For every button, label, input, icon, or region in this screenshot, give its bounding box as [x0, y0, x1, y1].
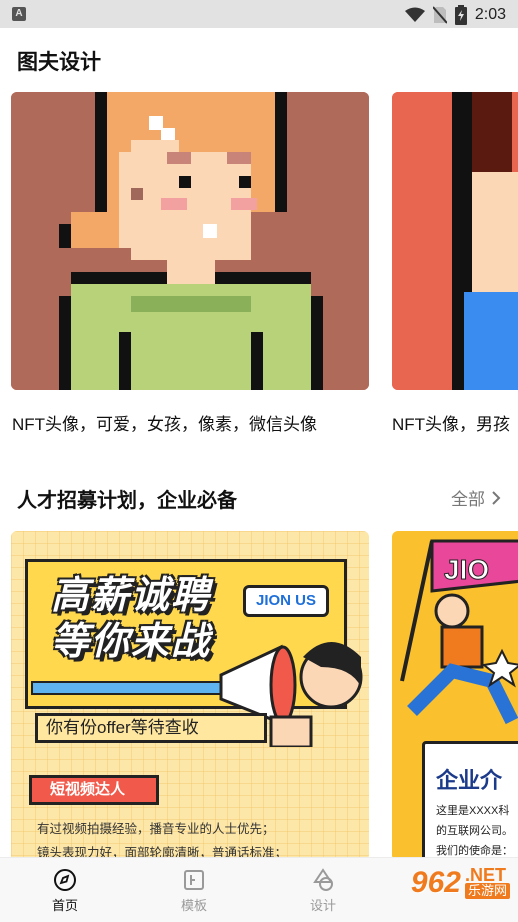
avatar-card-girl[interactable] — [11, 92, 369, 390]
status-time: 2:03 — [474, 6, 506, 23]
avatar-caption-girl[interactable]: NFT头像，可爱，女孩，像素，微信头像 — [12, 410, 317, 435]
poster-headline: 高薪诚聘 等你来战 — [51, 573, 211, 665]
view-all-label: 全部 — [451, 490, 485, 509]
recruit-poster-card[interactable]: 高薪诚聘 等你来战 JION US 你有份offer等待查收 短视频达人 有过视… — [11, 531, 369, 861]
battery-charging-icon — [454, 5, 467, 25]
watermark-net: .NET — [464, 865, 506, 885]
poster-join-bubble: JION US — [243, 585, 329, 617]
pixel-girl-avatar-image — [11, 92, 369, 390]
app-title: 图夫设计 — [17, 51, 101, 74]
poster-body-text: 有过视频拍摄经验，播音专业的人士优先； 镜头表现力好，面部轮廓清晰，普通话标准； — [37, 817, 347, 861]
compass-icon — [54, 869, 76, 891]
avatar-card-boy[interactable] — [392, 92, 518, 390]
pixel-boy-avatar-image — [392, 92, 518, 390]
poster-offer-bar: 你有份offer等待查收 — [35, 713, 267, 743]
chevron-right-icon — [492, 490, 501, 505]
design-shapes-icon — [313, 868, 333, 891]
poster-headline-line1: 高薪诚聘 — [51, 575, 212, 617]
wifi-icon — [404, 7, 425, 22]
poster-headline-line2: 等你来战 — [51, 621, 212, 663]
company-intro-text: 这里是XXXX科 的互联网公司。 我们的使命是： — [436, 801, 513, 861]
watermark-number: 962 — [410, 866, 461, 899]
template-carousel[interactable]: 高薪诚聘 等你来战 JION US 你有份offer等待查收 短视频达人 有过视… — [11, 531, 518, 861]
avatar-caption-boy[interactable]: NFT头像，男孩 — [392, 410, 518, 435]
nav-templates-label: 模板 — [180, 898, 207, 913]
poster-role-tag: 短视频达人 — [29, 775, 159, 805]
nav-home-label: 首页 — [51, 898, 78, 913]
site-watermark-logo: 962 .NET 乐游网 — [411, 866, 510, 900]
flag-text: JIO — [444, 554, 489, 585]
status-bar: A 2:03 — [0, 0, 518, 28]
template-icon — [184, 870, 204, 890]
poster-body-line1: 有过视频拍摄经验，播音专业的人士优先； — [37, 822, 275, 836]
company-intro-line2: 的互联网公司。 — [436, 825, 513, 837]
avatar-carousel[interactable] — [11, 92, 518, 390]
nav-design-label: 设计 — [309, 898, 336, 913]
company-intro-poster-card[interactable]: JIO 企业介 这里是XXXX科 的互联网公司。 我们的使命是： — [392, 531, 518, 861]
nav-tab-home[interactable]: 首页 — [25, 868, 105, 914]
notification-icon: A — [12, 7, 26, 21]
watermark-site: 乐游网 — [464, 883, 510, 899]
view-all-button[interactable]: 全部 — [451, 485, 501, 510]
no-sim-icon — [432, 6, 447, 24]
flag-person-illustration-icon: JIO — [400, 539, 518, 725]
section-title-recruit: 人才招募计划，企业必备 — [17, 490, 237, 512]
company-intro-line1: 这里是XXXX科 — [436, 805, 510, 817]
company-intro-title: 企业介 — [436, 768, 503, 793]
nav-tab-templates[interactable]: 模板 — [154, 868, 234, 914]
watermark-text-group: .NET 乐游网 — [464, 865, 510, 899]
nav-tab-design[interactable]: 设计 — [283, 868, 363, 914]
status-icons: 2:03 — [404, 5, 506, 25]
